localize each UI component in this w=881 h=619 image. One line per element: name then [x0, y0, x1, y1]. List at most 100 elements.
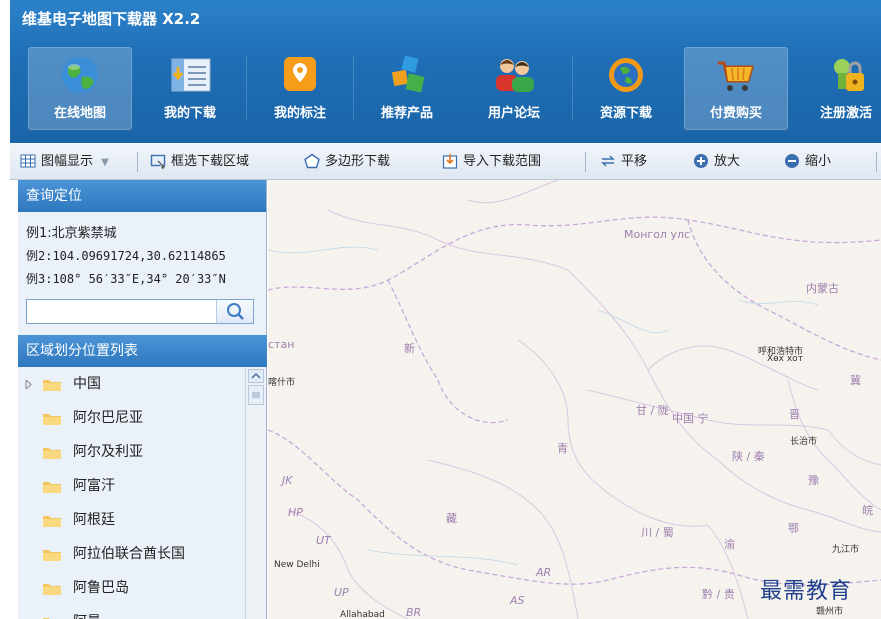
display-mode-label: 图幅显示 — [41, 154, 94, 169]
ribbon-label: 在线地图 — [53, 106, 106, 121]
folder-icon — [43, 584, 61, 595]
title-ribbon-bar: 维基电子地图下载器 X2.2 在线地图 我的下载 我的标注 推荐产品 用户论坛 … — [10, 0, 881, 143]
ribbon-separator — [353, 55, 354, 121]
scroll-thumb[interactable] — [248, 385, 264, 405]
zoom-out-icon — [785, 153, 799, 168]
search-button[interactable] — [216, 300, 253, 323]
map-label: 皖 — [862, 504, 873, 517]
tree-item[interactable]: 中国 — [18, 367, 246, 401]
ribbon-online-map-button[interactable]: 在线地图 — [28, 47, 132, 130]
watermark-text: 最需教育 — [760, 579, 853, 604]
map-boundaries — [268, 180, 881, 619]
tree-item-label: 阿富汗 — [73, 478, 115, 494]
ribbon-label: 注册激活 — [819, 106, 872, 121]
map-label: 陕 / 秦 — [732, 450, 765, 463]
side-panel: 查询定位 例1:北京紫禁城 例2:104.09691724,30.6211486… — [18, 180, 267, 619]
ribbon-label: 付费购买 — [709, 106, 762, 121]
region-tree: 中国 阿尔巴尼亚 阿尔及利亚 阿富汗 阿根廷 阿拉伯联合酋长国 阿鲁巴岛 阿曼 — [18, 367, 246, 619]
search-example-3: 例3:108° 56′33″E,34° 20′33″N — [26, 272, 226, 286]
folder-icon — [43, 516, 61, 527]
map-toolbar: 图幅显示 ▼ 框选下载区域 多边形下载 导入下载范围 平移 放大 缩小 — [10, 143, 881, 180]
toolbar-divider — [585, 152, 586, 172]
map-label: 冀 — [850, 374, 861, 387]
ribbon-separator — [572, 55, 573, 121]
zoom-out-label: 缩小 — [805, 154, 832, 169]
map-label: 新 — [404, 342, 415, 355]
tree-item-label: 阿尔巴尼亚 — [73, 410, 143, 426]
key-lock-icon — [834, 59, 864, 91]
zoom-in-icon — [694, 153, 708, 168]
map-label: 喀什市 — [268, 378, 296, 388]
toolbar-divider — [137, 152, 138, 172]
map-label: Allahabad — [340, 610, 385, 619]
map-label: 长治市 — [790, 437, 818, 447]
zoom-in-button[interactable]: 放大 — [693, 143, 740, 180]
zoom-in-label: 放大 — [714, 154, 741, 169]
polygon-download-button[interactable]: 多边形下载 — [304, 143, 390, 180]
folder-icon — [43, 448, 61, 459]
pan-button[interactable]: 平移 — [600, 143, 647, 180]
shopping-cart-icon — [718, 61, 754, 91]
tree-item[interactable]: 阿尔及利亚 — [18, 435, 246, 469]
expand-arrow-icon[interactable] — [25, 380, 33, 389]
scroll-up-arrow-icon[interactable] — [248, 369, 264, 383]
zoom-out-button[interactable]: 缩小 — [784, 143, 831, 180]
map-label: 赣州市 — [816, 607, 844, 617]
location-search-input[interactable] — [26, 299, 254, 324]
tree-scrollbar[interactable] — [245, 367, 266, 619]
ribbon-label: 推荐产品 — [380, 106, 433, 121]
tree-item[interactable]: 阿富汗 — [18, 469, 246, 503]
grid-icon — [20, 154, 36, 167]
rectangle-select-icon — [150, 154, 166, 169]
map-label: UT — [316, 534, 331, 547]
ribbon-user-forum-button[interactable]: 用户论坛 — [462, 47, 566, 130]
ribbon-purchase-button[interactable]: 付费购买 — [684, 47, 788, 130]
tree-item-label: 阿根廷 — [73, 512, 115, 528]
folder-icon — [43, 550, 61, 561]
display-mode-dropdown[interactable]: 图幅显示 ▼ — [20, 143, 109, 180]
select-area-download-button[interactable]: 框选下载区域 — [150, 143, 249, 180]
folder-icon — [43, 414, 61, 425]
import-range-button[interactable]: 导入下载范围 — [442, 143, 541, 180]
pan-arrows-icon — [601, 154, 615, 167]
map-label: AS — [510, 594, 525, 607]
map-label: 甘 / 陇 — [636, 404, 669, 417]
map-pin-icon — [284, 57, 316, 91]
folder-icon — [43, 380, 61, 391]
ribbon-my-downloads-button[interactable]: 我的下载 — [138, 47, 242, 130]
resource-download-icon — [609, 58, 643, 92]
map-label: 中国 宁 — [672, 412, 709, 425]
tree-item[interactable]: 阿曼 — [18, 605, 246, 619]
tree-item[interactable]: 阿拉伯联合酋长国 — [18, 537, 246, 571]
map-label: AR — [536, 566, 552, 579]
search-example-2: 例2:104.09691724,30.62114865 — [26, 249, 226, 263]
chevron-down-icon: ▼ — [101, 157, 109, 168]
ribbon-my-markers-button[interactable]: 我的标注 — [248, 47, 352, 130]
map-label: HP — [288, 506, 303, 519]
cubes-icon — [391, 55, 425, 93]
tree-item[interactable]: 阿鲁巴岛 — [18, 571, 246, 605]
region-list-header: 区域划分位置列表 — [18, 335, 267, 367]
map-label: 黔 / 贵 — [702, 588, 735, 601]
ribbon-recommended-products-button[interactable]: 推荐产品 — [355, 47, 459, 130]
ribbon-register-activate-button[interactable]: 注册激活 — [794, 47, 881, 130]
map-label: Монгол улс — [624, 228, 691, 241]
map-label: 青 — [557, 442, 568, 455]
import-icon — [442, 153, 458, 169]
tree-item-label: 阿尔及利亚 — [73, 444, 143, 460]
tree-item-label: 阿拉伯联合酋长国 — [73, 546, 185, 562]
ribbon-resource-download-button[interactable]: 资源下载 — [574, 47, 678, 130]
download-list-icon — [171, 58, 211, 92]
map-label: New Delhi — [274, 560, 320, 570]
map-label: 川 / 蜀 — [641, 526, 674, 539]
tree-item[interactable]: 阿根廷 — [18, 503, 246, 537]
map-view[interactable]: Монгол улс 内蒙古 新 стан 呼和浩特市 Хөх хот 喀什市 … — [268, 180, 881, 619]
map-label: JK — [282, 474, 293, 487]
folder-icon — [43, 482, 61, 493]
map-label: Хөх хот — [767, 354, 803, 364]
tree-item[interactable]: 阿尔巴尼亚 — [18, 401, 246, 435]
map-label: 九江市 — [832, 545, 860, 555]
ribbon-label: 资源下载 — [599, 106, 652, 121]
select-area-label: 框选下载区域 — [171, 154, 250, 169]
polygon-icon — [304, 153, 320, 168]
